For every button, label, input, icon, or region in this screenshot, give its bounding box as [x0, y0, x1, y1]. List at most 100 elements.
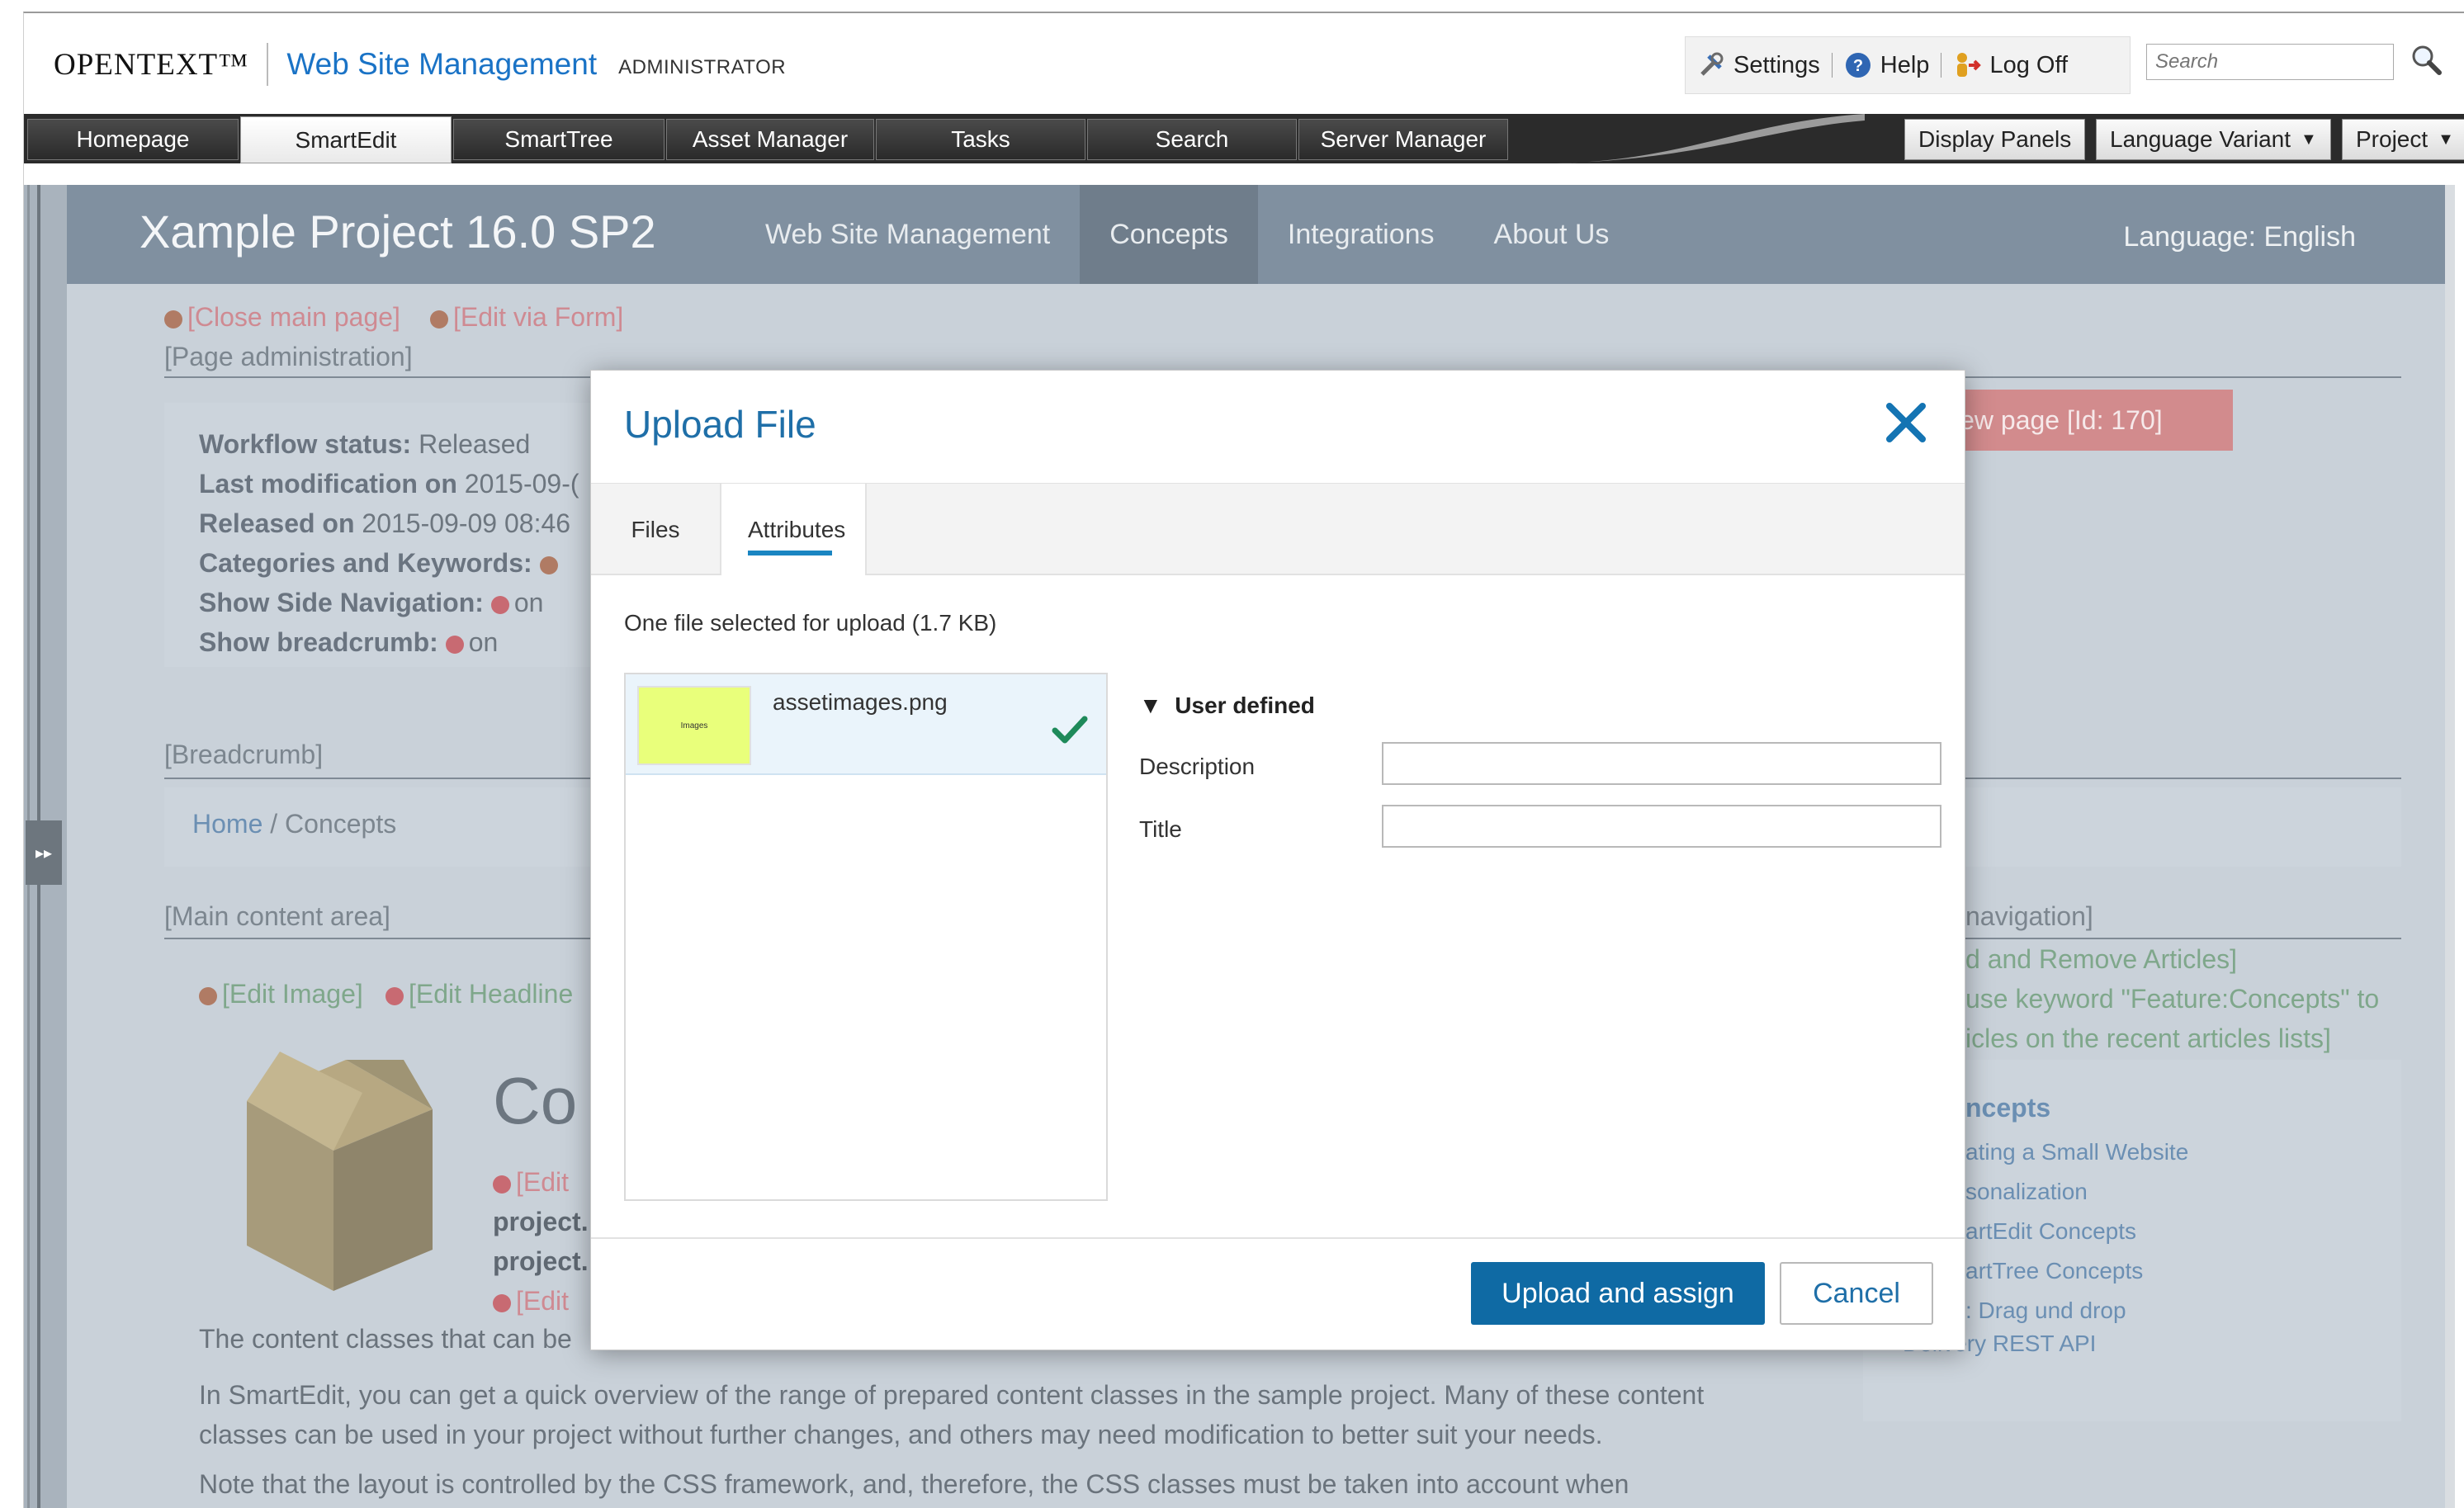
add-remove-articles-link[interactable]: d and Remove Articles] — [1965, 944, 2237, 975]
workflow-label: Released on — [199, 508, 355, 538]
side-nav-item[interactable]: ating a Small Website — [1965, 1132, 2188, 1172]
upload-and-assign-button[interactable]: Upload and assign — [1471, 1262, 1765, 1325]
triangle-down-icon: ▼ — [1139, 693, 1162, 718]
project-line: project. — [493, 1246, 589, 1276]
expand-panel-handle[interactable]: ▸▸ — [26, 820, 62, 885]
tab-attributes-label: Attributes — [748, 516, 846, 542]
title-label: Title — [1139, 816, 1182, 842]
workflow-label: Categories and Keywords: — [199, 548, 532, 578]
edit-via-form-link[interactable]: [Edit via Form] — [430, 302, 623, 333]
file-list: Images assetimages.png — [624, 673, 1108, 1201]
display-panels-button[interactable]: Display Panels — [1904, 119, 2086, 160]
edit-marker-icon — [493, 1175, 511, 1194]
tab-attributes[interactable]: Attributes — [720, 484, 867, 575]
tab-asset-manager[interactable]: Asset Manager — [666, 119, 874, 160]
logoff-link[interactable]: Log Off — [1941, 37, 2079, 93]
description-label: Description — [1139, 754, 1256, 779]
tab-smarttree[interactable]: SmartTree — [453, 119, 664, 160]
language-variant-dropdown[interactable]: Language Variant ▼ — [2096, 119, 2331, 160]
opentext-logo: OPENTEXT™ — [54, 47, 249, 82]
side-nav-item[interactable]: : Drag und drop — [1965, 1291, 2188, 1331]
edit-image-link[interactable]: [Edit Image] — [199, 979, 363, 1009]
divider — [1932, 938, 2401, 939]
side-nav-heading[interactable]: ncepts — [1965, 1093, 2050, 1123]
settings-link[interactable]: Settings — [1686, 37, 1832, 93]
side-nav-item[interactable]: sonalization — [1965, 1172, 2188, 1212]
edit-marker-icon — [199, 986, 217, 1005]
project-dropdown[interactable]: Project ▼ — [2342, 119, 2464, 160]
active-tab-indicator — [748, 551, 832, 555]
nav-web-site-management[interactable]: Web Site Management — [735, 185, 1080, 284]
keyword-note: icles on the recent articles lists] — [1965, 1023, 2331, 1053]
side-nav-item[interactable]: artTree Concepts — [1965, 1251, 2188, 1291]
edit-marker-icon — [430, 310, 448, 329]
workflow-value: 2015-09-09 08:46 — [362, 508, 571, 538]
tab-server-manager[interactable]: Server Manager — [1298, 119, 1508, 160]
top-header: OPENTEXT™ Web Site Management ADMINISTRA… — [24, 13, 2464, 114]
breadcrumb-current: Concepts — [285, 809, 397, 839]
workflow-row: Workflow status: Released — [199, 424, 579, 464]
selection-summary: One file selected for upload (1.7 KB) — [624, 610, 997, 636]
user-defined-toggle[interactable]: ▼ User defined — [1139, 693, 1940, 719]
display-panels-label: Display Panels — [1918, 126, 2072, 152]
workflow-row: Categories and Keywords: — [199, 543, 579, 583]
edit-headline-label: [Edit Headline — [409, 979, 574, 1009]
edit-headline-link[interactable]: [Edit Headline — [385, 979, 573, 1009]
toggle-marker-icon[interactable] — [445, 635, 464, 654]
chevron-down-icon: ▼ — [2438, 130, 2454, 149]
search-input[interactable] — [2146, 44, 2394, 80]
nav-about-us[interactable]: About Us — [1464, 185, 1639, 284]
site-title[interactable]: Xample Project 16.0 SP2 — [140, 205, 656, 258]
logoff-icon — [1953, 51, 1982, 79]
workflow-row: Show breadcrumb: on — [199, 622, 579, 662]
main-tab-bar: Homepage SmartEdit SmartTree Asset Manag… — [24, 114, 2464, 163]
side-nav-list: ating a Small Website sonalization artEd… — [1965, 1132, 2188, 1331]
edit-via-form-label: [Edit via Form] — [453, 302, 624, 332]
project-label: Project — [2356, 126, 2429, 152]
search-button[interactable] — [2408, 43, 2444, 79]
breadcrumb-section-label: [Breadcrumb] — [164, 740, 324, 769]
breadcrumb-separator: / — [270, 809, 278, 839]
tab-tasks[interactable]: Tasks — [876, 119, 1085, 160]
tab-search[interactable]: Search — [1087, 119, 1297, 160]
workflow-value: 2015-09-( — [464, 469, 579, 499]
file-name: assetimages.png — [773, 689, 948, 715]
edit-link-partial[interactable]: [Edit — [493, 1286, 569, 1317]
workflow-row: Show Side Navigation: on — [199, 583, 579, 622]
tabbar-swoosh — [1551, 114, 1865, 163]
edit-link-partial[interactable]: [Edit — [493, 1167, 569, 1198]
file-list-item[interactable]: Images assetimages.png — [626, 674, 1106, 775]
language-variant-label: Language Variant — [2110, 126, 2291, 152]
breadcrumb-home[interactable]: Home — [192, 809, 262, 839]
product-name: Web Site Management — [286, 47, 598, 81]
edit-marker-icon — [164, 310, 182, 329]
page-admin-label: [Page administration] — [164, 342, 413, 371]
toggle-marker-icon[interactable] — [490, 595, 509, 614]
vertical-scrollbar[interactable] — [2445, 185, 2455, 1508]
workflow-label: Workflow status: — [199, 429, 412, 459]
side-nav-item[interactable]: artEdit Concepts — [1965, 1212, 2188, 1251]
side-nav-label: navigation] — [1965, 901, 2093, 931]
preview-page-label: iew page [Id: 170] — [1954, 404, 2163, 435]
description-field[interactable] — [1382, 742, 1941, 785]
language-label: Language: English — [2123, 221, 2356, 253]
help-link[interactable]: ? Help — [1833, 37, 1941, 93]
edit-marker-icon[interactable] — [539, 555, 558, 574]
cancel-button[interactable]: Cancel — [1780, 1262, 1933, 1325]
app-window: OPENTEXT™ Web Site Management ADMINISTRA… — [23, 12, 2464, 1508]
title-field[interactable] — [1382, 805, 1941, 848]
nav-concepts[interactable]: Concepts — [1080, 185, 1258, 284]
content-paragraph: Note that the layout is controlled by th… — [199, 1469, 1629, 1499]
tab-homepage[interactable]: Homepage — [27, 119, 239, 160]
content-heading: Co — [493, 1064, 578, 1137]
tab-files[interactable]: Files — [591, 484, 720, 575]
nav-integrations[interactable]: Integrations — [1258, 185, 1464, 284]
preview-page-button[interactable]: iew page [Id: 170] — [1937, 390, 2233, 451]
close-main-page-link[interactable]: [Close main page] — [164, 302, 400, 333]
close-button[interactable] — [1882, 400, 1930, 448]
workflow-value: on — [468, 627, 499, 657]
brand: OPENTEXT™ Web Site Management ADMINISTRA… — [54, 43, 786, 86]
workflow-label: Show breadcrumb: — [199, 627, 438, 657]
tab-smartedit[interactable]: SmartEdit — [240, 116, 452, 163]
user-defined-label: User defined — [1175, 693, 1315, 718]
